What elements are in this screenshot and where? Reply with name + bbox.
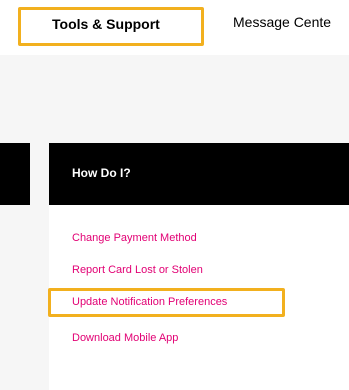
card-title: How Do I? [72, 166, 131, 180]
tab-message-center[interactable]: Message Cente [233, 14, 331, 30]
card-header: How Do I? [49, 143, 349, 205]
tab-tools-and-support[interactable]: Tools & Support [18, 7, 204, 46]
download-mobile-app-link[interactable]: Download Mobile App [72, 332, 178, 344]
highlight-box [48, 288, 285, 317]
page: Tools & Support Message Cente How Do I? … [0, 0, 349, 390]
change-payment-method-link[interactable]: Change Payment Method [72, 232, 197, 244]
report-card-lost-link[interactable]: Report Card Lost or Stolen [72, 264, 203, 276]
left-panel-header [0, 143, 30, 205]
top-tab-bar: Tools & Support Message Cente [0, 0, 349, 55]
tab-tools-and-support-label: Tools & Support [52, 16, 160, 32]
how-do-i-card: How Do I? Change Payment Method Report C… [49, 143, 349, 390]
